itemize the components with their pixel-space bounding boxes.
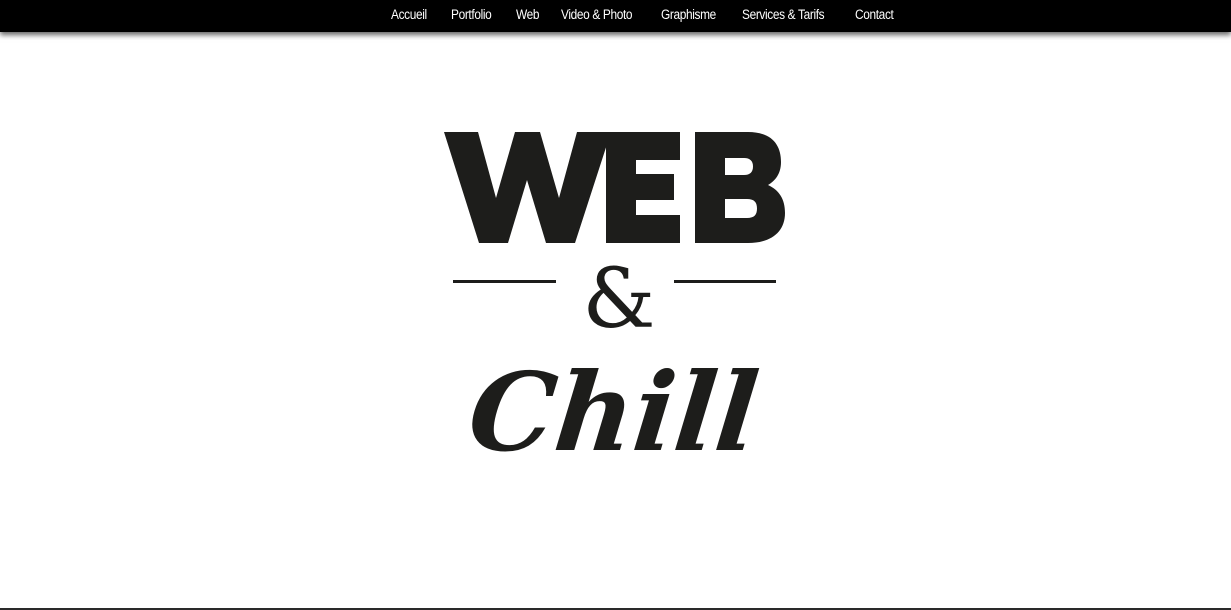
nav-item-video-photo[interactable]: Video & Photo (561, 7, 633, 22)
nav-item-graphisme[interactable]: Graphisme (661, 7, 716, 22)
nav-item-accueil[interactable]: Accueil (391, 7, 427, 22)
hero-section: & Chill (0, 0, 1231, 610)
nav-item-services-tarifs[interactable]: Services & Tarifs (742, 7, 825, 22)
web-and-chill-logo: & Chill (444, 132, 785, 476)
nav-item-portfolio[interactable]: Portfolio (451, 7, 492, 22)
nav-item-web[interactable]: Web (516, 7, 540, 22)
nav-menu: Accueil Portfolio Web Video & Photo Grap… (391, 0, 899, 28)
logo-rule-left (453, 280, 556, 283)
logo-rule-right (674, 280, 776, 283)
top-navigation-bar: Accueil Portfolio Web Video & Photo Grap… (0, 0, 1231, 32)
logo-chill-text: Chill (463, 348, 764, 476)
nav-item-contact[interactable]: Contact (855, 7, 894, 22)
logo-letter-e (606, 132, 680, 243)
logo-letter-w (444, 132, 611, 243)
logo-letter-b (695, 132, 785, 243)
logo-ampersand: & (583, 252, 656, 347)
